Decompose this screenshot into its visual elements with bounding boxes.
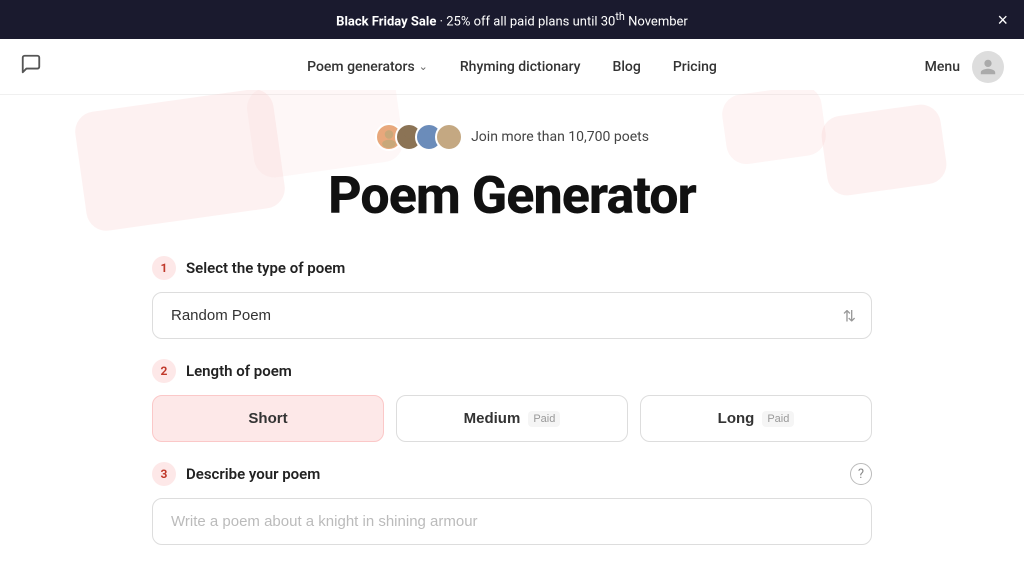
step3-header: 3 Describe your poem ? — [152, 462, 872, 486]
poet-avatar-4 — [435, 123, 463, 151]
length-short-button[interactable]: Short — [152, 395, 384, 442]
poets-avatars — [375, 123, 463, 151]
banner-close-button[interactable]: × — [997, 11, 1008, 29]
poem-form: 1 Select the type of poem Random Poem So… — [152, 256, 872, 545]
chevron-down-icon: ⌄ — [419, 60, 428, 73]
length-buttons: Short Medium Paid Long Paid — [152, 395, 872, 442]
help-icon[interactable]: ? — [850, 463, 872, 485]
banner-suffix: November — [625, 14, 688, 29]
length-medium-button[interactable]: Medium Paid — [396, 395, 628, 442]
chat-icon[interactable] — [20, 53, 42, 80]
banner-text: Black Friday Sale · 25% off all paid pla… — [336, 10, 688, 29]
step1-number: 1 — [152, 256, 176, 280]
banner-body: · 25% off all paid plans until 30 — [440, 14, 616, 29]
step3-label: Describe your poem — [186, 465, 320, 483]
length-long-label: Long — [718, 410, 755, 427]
navbar-right: Menu — [925, 51, 1004, 83]
length-medium-label: Medium — [464, 410, 521, 427]
length-section: 2 Length of poem Short Medium Paid Long … — [152, 359, 872, 442]
promo-banner: Black Friday Sale · 25% off all paid pla… — [0, 0, 1024, 39]
poem-type-select[interactable]: Random Poem Sonnet Haiku Limerick Free V… — [152, 292, 872, 339]
step3-section: 3 Describe your poem ? — [152, 462, 872, 545]
main-content: Join more than 10,700 poets Poem Generat… — [0, 95, 1024, 545]
poets-row: Join more than 10,700 poets — [375, 123, 649, 151]
nav-poem-generators[interactable]: Poem generators ⌄ — [307, 59, 428, 75]
step3-number: 3 — [152, 462, 176, 486]
poets-join-text: Join more than 10,700 poets — [471, 129, 649, 145]
length-short-label: Short — [248, 410, 287, 427]
navbar: Poem generators ⌄ Rhyming dictionary Blo… — [0, 39, 1024, 95]
nav-blog[interactable]: Blog — [613, 59, 641, 75]
page-title: Poem Generator — [328, 165, 696, 226]
step1-header: 1 Select the type of poem — [152, 256, 872, 280]
step3-left: 3 Describe your poem — [152, 462, 320, 486]
menu-button[interactable]: Menu — [925, 59, 960, 75]
nav-pricing[interactable]: Pricing — [673, 59, 717, 75]
step2-label: Length of poem — [186, 362, 292, 380]
long-paid-badge: Paid — [762, 411, 794, 427]
nav-rhyming-dictionary[interactable]: Rhyming dictionary — [460, 59, 581, 75]
nav-center: Poem generators ⌄ Rhyming dictionary Blo… — [307, 59, 717, 75]
step2-header: 2 Length of poem — [152, 359, 872, 383]
describe-input[interactable] — [152, 498, 872, 545]
length-long-button[interactable]: Long Paid — [640, 395, 872, 442]
banner-super: th — [615, 10, 625, 23]
step2-number: 2 — [152, 359, 176, 383]
medium-paid-badge: Paid — [528, 411, 560, 427]
step1-label: Select the type of poem — [186, 259, 345, 277]
poem-type-wrapper: Random Poem Sonnet Haiku Limerick Free V… — [152, 292, 872, 339]
banner-sale-label: Black Friday Sale — [336, 14, 436, 29]
user-avatar[interactable] — [972, 51, 1004, 83]
